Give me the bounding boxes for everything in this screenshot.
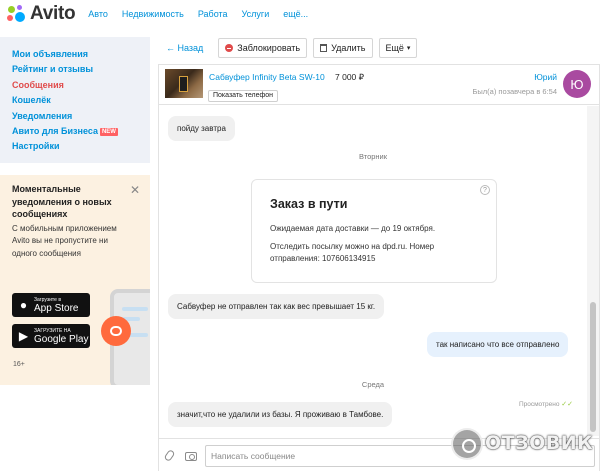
camera-icon[interactable] <box>185 452 197 461</box>
back-link[interactable]: ← Назад <box>166 43 203 53</box>
avito-logo[interactable]: Avito <box>6 3 76 25</box>
more-dropdown[interactable]: Ещё ▾ <box>378 38 418 58</box>
user-name-link[interactable]: Юрий <box>534 72 557 82</box>
order-status-card: ? Заказ в пути Ожидаемая дата доставки —… <box>251 179 497 283</box>
message-incoming: значит,что не удалили из базы. Я прожива… <box>168 402 393 427</box>
sidebar-item-wallet[interactable]: Кошелёк <box>12 93 150 108</box>
order-tracking-text: Отследить посылку можно на dpd.ru. Номер <box>270 241 435 251</box>
day-separator: Вторник <box>358 152 388 161</box>
help-icon[interactable]: ? <box>480 185 490 195</box>
promo-title: Моментальные уведомления о новых сообщен… <box>12 184 112 219</box>
trash-icon <box>320 44 328 52</box>
read-status: Просмотрено ✓✓ <box>519 400 573 408</box>
sidebar-item-ratings[interactable]: Рейтинг и отзывы <box>12 62 150 77</box>
top-navbar: Avito Авто Недвижимость Работа Услуги ещ… <box>0 0 600 28</box>
new-badge: NEW <box>99 127 118 136</box>
day-separator: Среда <box>361 380 385 389</box>
double-check-icon: ✓✓ <box>561 401 573 408</box>
message-incoming: Сабвуфер не отправлен так как вес превыш… <box>168 294 385 319</box>
sidebar-menu: Мои объявления Рейтинг и отзывы Сообщени… <box>0 37 150 163</box>
sidebar-item-settings[interactable]: Настройки <box>12 139 150 154</box>
nav-item-jobs[interactable]: Работа <box>198 9 228 19</box>
order-title: Заказ в пути <box>270 197 348 211</box>
block-icon <box>225 44 234 52</box>
item-thumbnail[interactable] <box>165 69 203 98</box>
app-promo-banner: ✕ Моментальные уведомления о новых сообщ… <box>0 175 150 385</box>
apple-icon: ● <box>19 298 28 312</box>
message-scrollbar[interactable] <box>587 106 599 436</box>
nav-item-realty[interactable]: Недвижимость <box>122 9 184 19</box>
item-price: 7 000 ₽ <box>335 72 365 82</box>
message-input[interactable] <box>205 445 595 467</box>
sidebar-item-business[interactable]: Авито для Бизнеса NEW <box>12 124 150 139</box>
last-seen-status: Был(а) позавчера в 6:54 <box>472 87 557 96</box>
read-status-label: Просмотрено <box>518 401 560 408</box>
chat-panel: Сабвуфер Infinity Beta SW-10 7 000 ₽ Пок… <box>158 64 600 471</box>
chat-header: Сабвуфер Infinity Beta SW-10 7 000 ₽ Пок… <box>159 65 599 105</box>
sidebar-item-messages[interactable]: Сообщения <box>12 78 150 93</box>
delete-button[interactable]: Удалить <box>313 38 373 58</box>
message-composer <box>159 438 599 471</box>
block-button-label: Заблокировать <box>237 43 301 53</box>
more-dropdown-label: Ещё <box>385 43 404 53</box>
app-store-label: App Store <box>34 302 79 314</box>
chevron-down-icon: ▾ <box>406 45 411 52</box>
chat-toolbar: ← Назад Заблокировать Удалить Ещё ▾ <box>158 37 600 59</box>
paperclip-icon[interactable] <box>163 448 176 463</box>
nav-item-services[interactable]: Услуги <box>242 9 270 19</box>
message-outgoing: так написано что все отправлено <box>427 332 569 357</box>
order-tracking-number: отправления: 107606134915 <box>270 254 376 263</box>
category-nav: Авто Недвижимость Работа Услуги ещё... <box>88 9 322 19</box>
avito-logo-icon <box>6 4 26 24</box>
age-rating: 16+ <box>13 361 25 368</box>
show-phone-button[interactable]: Показать телефон <box>208 90 278 102</box>
sidebar-item-business-label: Авито для Бизнеса <box>12 125 98 136</box>
nav-item-more[interactable]: ещё... <box>283 9 308 19</box>
message-list[interactable]: пойду завтра Вторник ? Заказ в пути Ожид… <box>159 106 587 436</box>
scrollbar-thumb[interactable] <box>590 302 596 432</box>
block-button[interactable]: Заблокировать <box>218 38 308 58</box>
logo-text: Avito <box>30 3 76 24</box>
message-incoming: пойду завтра <box>168 116 235 141</box>
google-play-icon: ▶ <box>18 329 29 343</box>
close-icon[interactable]: ✕ <box>130 183 140 197</box>
sidebar-item-my-ads[interactable]: Мои объявления <box>12 47 150 62</box>
sidebar-item-notifications[interactable]: Уведомления <box>12 109 150 124</box>
google-play-button[interactable]: ▶ ЗАГРУЗИТЕ НА Google Play <box>12 324 90 348</box>
delete-button-label: Удалить <box>331 43 366 53</box>
order-delivery-date: Ожидаемая дата доставки — до 19 октября. <box>270 224 436 233</box>
avatar[interactable]: Ю <box>563 70 591 98</box>
nav-item-auto[interactable]: Авто <box>88 9 108 19</box>
google-play-label: Google Play <box>34 333 89 345</box>
item-title-link[interactable]: Сабвуфер Infinity Beta SW-10 <box>209 72 325 82</box>
promo-text: С мобильным приложением Avito вы не проп… <box>12 223 117 258</box>
app-store-button[interactable]: ● Загрузите в App Store <box>12 293 90 317</box>
chat-bubble-icon <box>101 316 131 346</box>
